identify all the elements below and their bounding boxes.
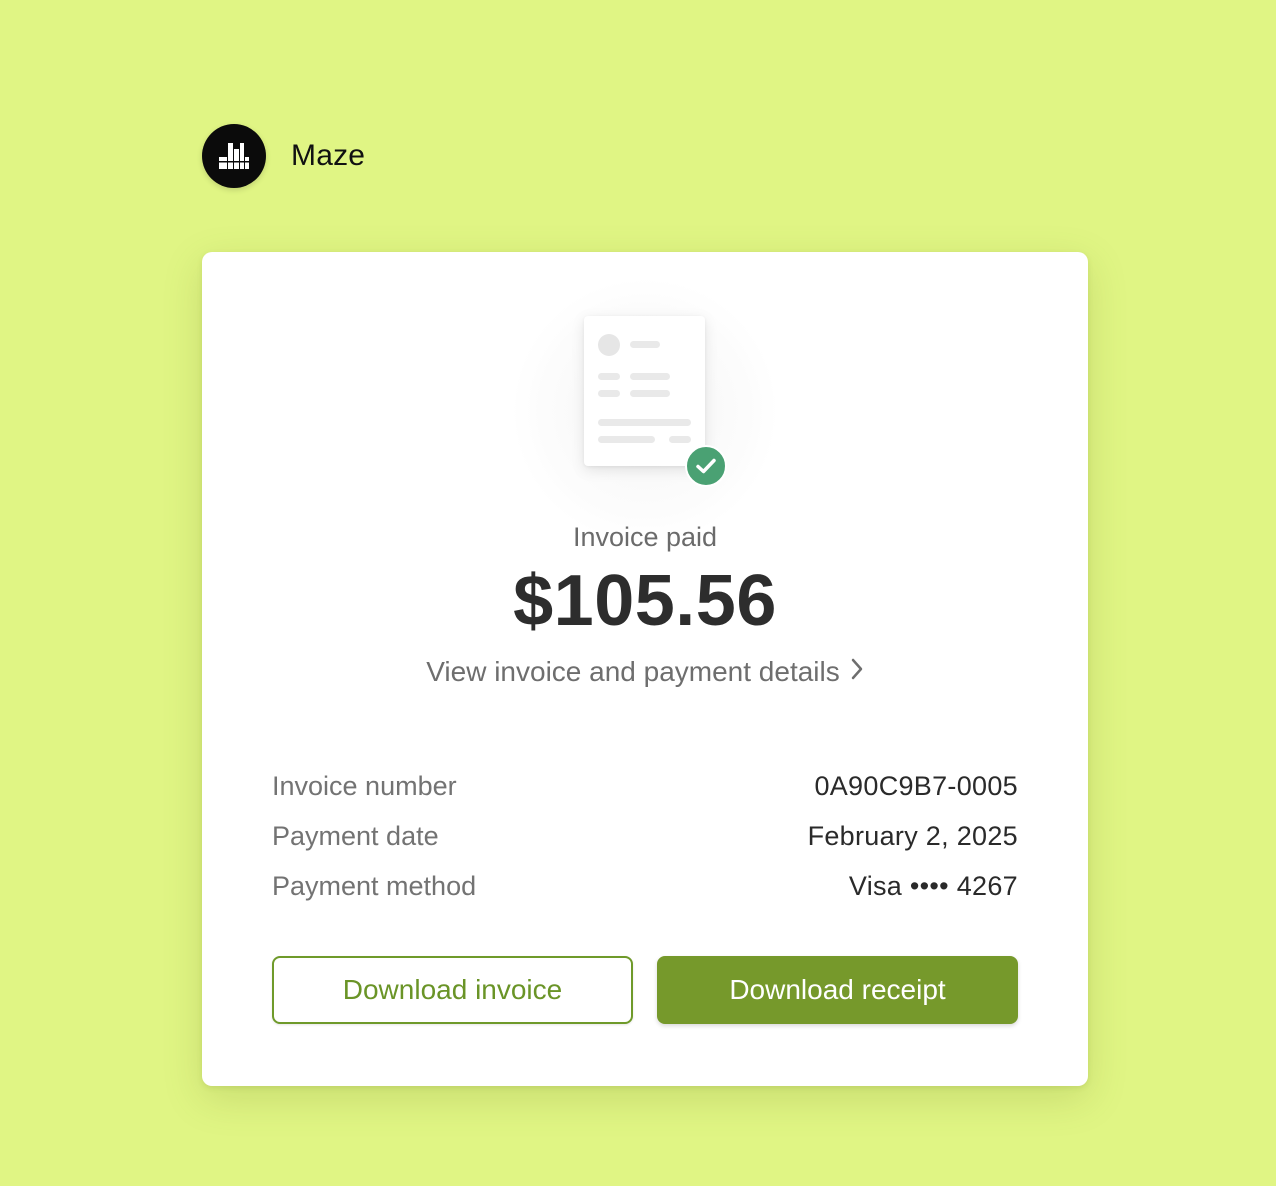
checkmark-circle-icon [685,445,727,487]
view-details-link-label: View invoice and payment details [426,656,840,687]
payment-method-row: Payment method Visa •••• 4267 [272,861,1018,911]
payment-method-value: Visa •••• 4267 [848,870,1018,901]
invoice-card: Invoice paid $105.56 View invoice and pa… [202,252,1088,1086]
view-details-link[interactable]: View invoice and payment details [202,656,1088,688]
payment-date-value: February 2, 2025 [807,820,1018,851]
invoice-number-row: Invoice number 0A90C9B7-0005 [272,761,1018,811]
invoice-document-icon [584,316,705,466]
amount-paid: $105.56 [513,561,777,641]
download-receipt-button[interactable]: Download receipt [657,956,1018,1024]
invoice-number-label: Invoice number [272,770,457,801]
maze-logo-icon [202,124,266,188]
payment-method-label: Payment method [272,870,477,901]
invoice-details-list: Invoice number 0A90C9B7-0005 Payment dat… [272,761,1018,911]
status-label: Invoice paid [572,522,718,552]
action-buttons: Download invoice Download receipt [272,956,1018,1024]
chevron-right-icon [850,656,864,688]
download-invoice-button[interactable]: Download invoice [272,956,633,1024]
invoice-number-value: 0A90C9B7-0005 [814,770,1018,801]
payment-date-label: Payment date [272,820,439,851]
payment-date-row: Payment date February 2, 2025 [272,811,1018,861]
brand-header: Maze [202,124,365,188]
brand-name: Maze [291,139,366,172]
